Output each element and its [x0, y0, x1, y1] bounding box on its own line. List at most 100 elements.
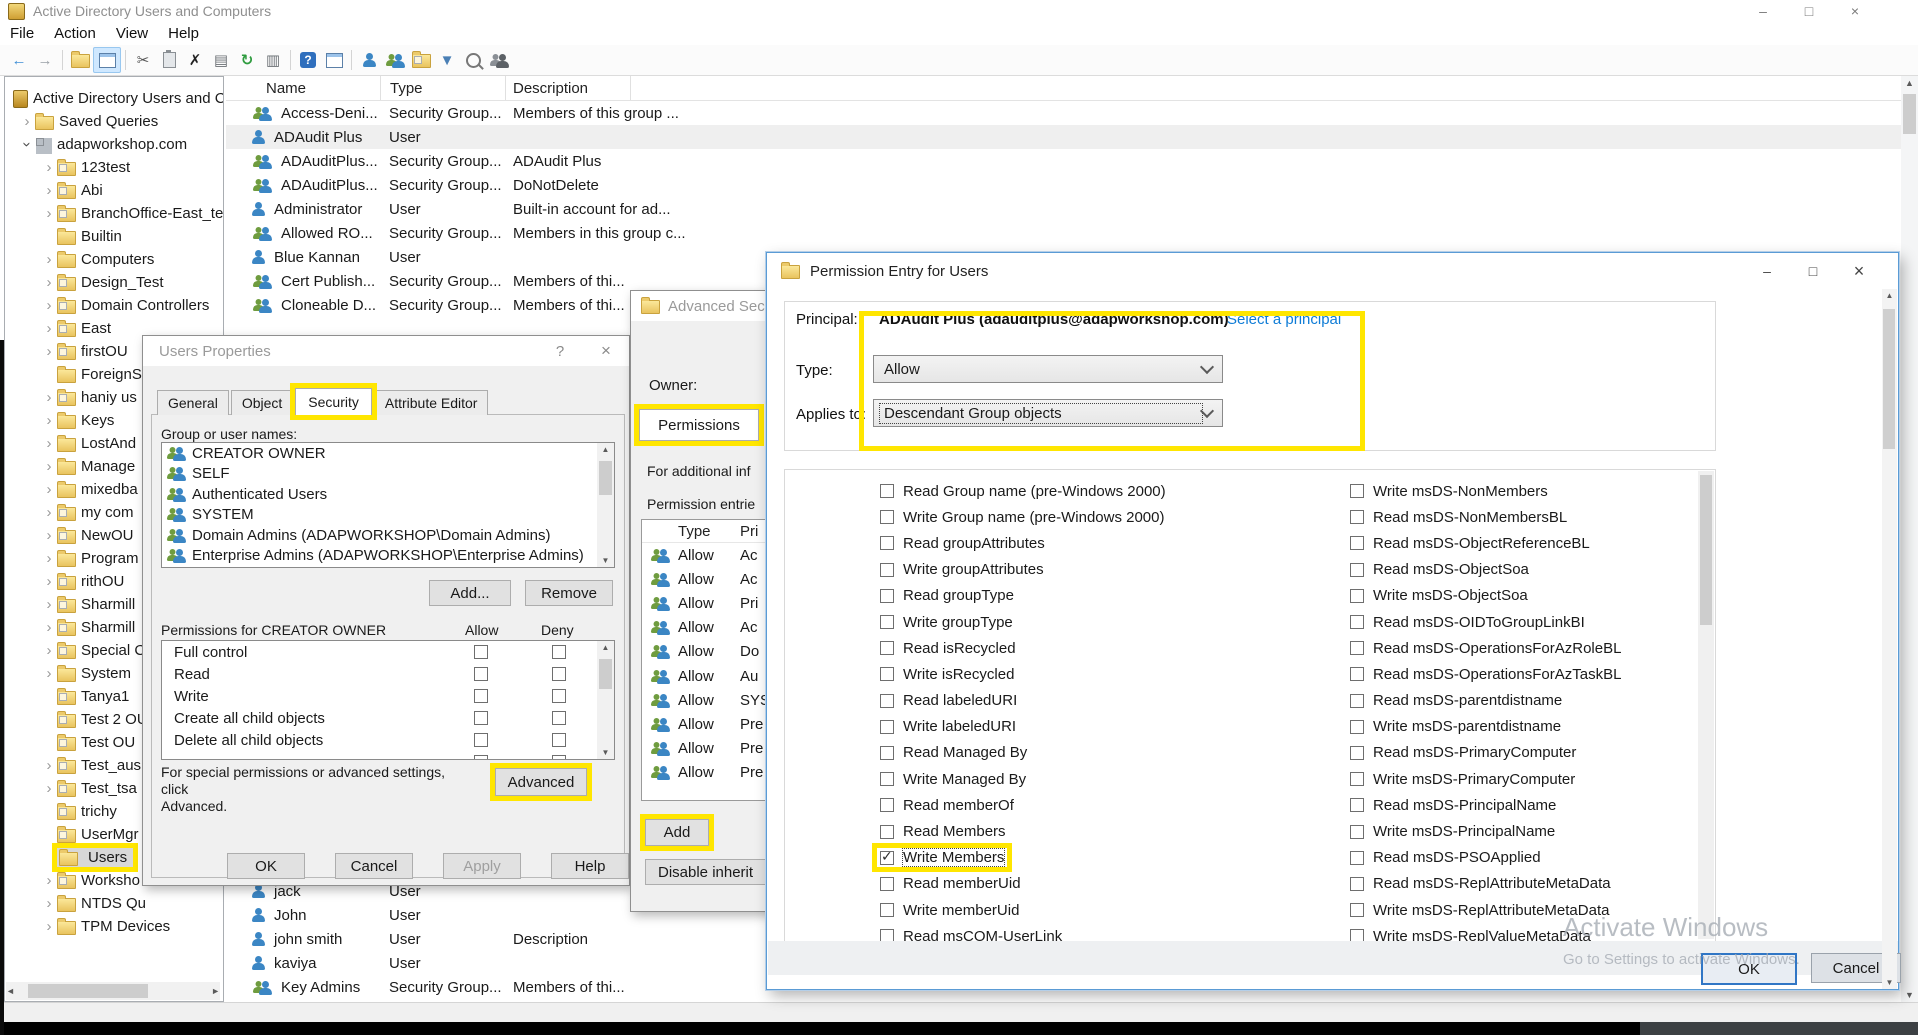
- chevron-collapsed-icon[interactable]: ›: [41, 916, 57, 937]
- toolbar-window-play-button[interactable]: [321, 48, 347, 72]
- toolbar-new-group-button[interactable]: [382, 48, 408, 72]
- scrollbar-thumb[interactable]: [599, 461, 612, 495]
- checkbox[interactable]: [1350, 536, 1364, 550]
- table-row[interactable]: AdministratorUserBuilt-in account for ad…: [226, 197, 1901, 221]
- column-header-principal[interactable]: Pri: [740, 523, 758, 540]
- add-button[interactable]: Add...: [429, 580, 511, 606]
- chevron-collapsed-icon[interactable]: ›: [41, 341, 57, 362]
- checkbox[interactable]: [1350, 641, 1364, 655]
- checkbox[interactable]: [880, 510, 894, 524]
- ok-button[interactable]: OK: [227, 853, 305, 879]
- checkbox[interactable]: [1350, 851, 1364, 865]
- checkbox[interactable]: [1350, 798, 1364, 812]
- toolbar-forward-button[interactable]: →: [32, 48, 58, 72]
- checkbox[interactable]: [1350, 484, 1364, 498]
- toolbar-special-button[interactable]: [486, 48, 512, 72]
- chevron-collapsed-icon[interactable]: ›: [41, 548, 57, 569]
- checkbox[interactable]: [1350, 563, 1364, 577]
- menu-action[interactable]: Action: [44, 23, 106, 44]
- deny-checkbox[interactable]: [552, 733, 566, 747]
- chevron-collapsed-icon[interactable]: ›: [41, 318, 57, 339]
- column-header-name[interactable]: Name: [226, 76, 381, 100]
- minimize-icon[interactable]: –: [1744, 256, 1790, 286]
- checkbox[interactable]: [1350, 825, 1364, 839]
- checkbox[interactable]: [880, 641, 894, 655]
- checkbox[interactable]: [880, 720, 894, 734]
- checkbox[interactable]: [1350, 903, 1364, 917]
- checkbox[interactable]: [1350, 720, 1364, 734]
- chevron-collapsed-icon[interactable]: ›: [41, 893, 57, 914]
- maximize-icon[interactable]: □: [1786, 0, 1832, 22]
- chevron-collapsed-icon[interactable]: ›: [41, 479, 57, 500]
- deny-checkbox[interactable]: [552, 689, 566, 703]
- group-list-item[interactable]: SYSTEM: [162, 505, 614, 526]
- cancel-button[interactable]: Cancel: [335, 853, 413, 879]
- scrollbar-thumb[interactable]: [1700, 475, 1712, 625]
- checkbox[interactable]: [1350, 746, 1364, 760]
- group-list-item[interactable]: CREATOR OWNER: [162, 443, 614, 464]
- toolbar-paste-button[interactable]: [156, 48, 182, 72]
- checkbox[interactable]: [1350, 589, 1364, 603]
- list-scrollbar[interactable]: ▲ ▼: [597, 641, 614, 759]
- chevron-collapsed-icon[interactable]: ›: [41, 870, 57, 891]
- chevron-collapsed-icon[interactable]: ›: [41, 617, 57, 638]
- help-button[interactable]: Help: [551, 853, 629, 879]
- tree-item-active-directory-users-and-com[interactable]: Active Directory Users and Com: [5, 87, 223, 110]
- toolbar-refresh-button[interactable]: ↻: [234, 48, 260, 72]
- chevron-collapsed-icon[interactable]: ›: [19, 111, 35, 132]
- checkbox[interactable]: [1350, 510, 1364, 524]
- chevron-collapsed-icon[interactable]: ›: [41, 640, 57, 661]
- chevron-collapsed-icon[interactable]: ›: [41, 272, 57, 293]
- allow-checkbox[interactable]: [474, 645, 488, 659]
- tree-item-computers[interactable]: ›Computers: [5, 248, 223, 271]
- scroll-down-icon[interactable]: ▼: [1886, 978, 1894, 987]
- dialog-scrollbar[interactable]: ▲ ▼: [1882, 289, 1897, 989]
- help-icon[interactable]: ?: [537, 343, 583, 360]
- checkbox[interactable]: [880, 772, 894, 786]
- chevron-collapsed-icon[interactable]: ›: [41, 755, 57, 776]
- chevron-collapsed-icon[interactable]: ›: [41, 663, 57, 684]
- chevron-collapsed-icon[interactable]: ›: [41, 295, 57, 316]
- scroll-left-icon[interactable]: ◄: [6, 986, 15, 996]
- allow-checkbox[interactable]: [474, 755, 488, 760]
- checkbox[interactable]: [880, 615, 894, 629]
- chevron-collapsed-icon[interactable]: ›: [41, 525, 57, 546]
- maximize-icon[interactable]: □: [1790, 256, 1836, 286]
- toolbar-show-tree-button[interactable]: [67, 48, 93, 72]
- tree-item-ntds-qu[interactable]: ›NTDS Qu: [5, 892, 223, 915]
- group-list-item[interactable]: Authenticated Users: [162, 484, 614, 505]
- scroll-right-icon[interactable]: ►: [211, 986, 220, 996]
- menu-view[interactable]: View: [106, 23, 158, 44]
- allow-checkbox[interactable]: [474, 689, 488, 703]
- group-list-item[interactable]: Domain Admins (ADAPWORKSHOP\Domain Admin…: [162, 525, 614, 546]
- allow-checkbox[interactable]: [474, 711, 488, 725]
- menu-help[interactable]: Help: [158, 23, 209, 44]
- group-list-item[interactable]: Enterprise Admins (ADAPWORKSHOP\Enterpri…: [162, 546, 614, 567]
- table-row[interactable]: ADAuditPlus...Security Group...DoNotDele…: [226, 173, 1901, 197]
- toolbar-help-button[interactable]: ?: [295, 48, 321, 72]
- toolbar-new-ou-button[interactable]: [408, 48, 434, 72]
- checkbox[interactable]: [880, 563, 894, 577]
- add-button[interactable]: Add: [645, 819, 709, 846]
- deny-checkbox[interactable]: [552, 645, 566, 659]
- list-scrollbar[interactable]: ▲ ▼: [597, 443, 614, 567]
- table-row[interactable]: Allowed RO...Security Group...Members in…: [226, 221, 1901, 245]
- toolbar-export-list-button[interactable]: ▥: [260, 48, 286, 72]
- tree-item-adapworkshop-com[interactable]: ›adapworkshop.com: [5, 133, 223, 156]
- tab-general[interactable]: General: [157, 390, 229, 415]
- tree-item-branchoffice-east-testor[interactable]: ›BranchOffice-East_testor: [5, 202, 223, 225]
- toolbar-delete-button[interactable]: ✗: [182, 48, 208, 72]
- checkbox[interactable]: [880, 746, 894, 760]
- tab-security[interactable]: Security: [295, 388, 372, 415]
- tree-item-domain-controllers[interactable]: ›Domain Controllers: [5, 294, 223, 317]
- tree-item-123test[interactable]: ›123test: [5, 156, 223, 179]
- close-icon[interactable]: ×: [583, 341, 629, 361]
- chevron-collapsed-icon[interactable]: ›: [41, 410, 57, 431]
- chevron-collapsed-icon[interactable]: ›: [41, 157, 57, 178]
- close-icon[interactable]: ×: [1832, 0, 1878, 22]
- deny-checkbox[interactable]: [552, 755, 566, 760]
- select-principal-link[interactable]: Select a principal: [1227, 311, 1341, 328]
- close-icon[interactable]: ×: [1836, 256, 1882, 286]
- chevron-collapsed-icon[interactable]: ›: [41, 502, 57, 523]
- checkbox[interactable]: [880, 667, 894, 681]
